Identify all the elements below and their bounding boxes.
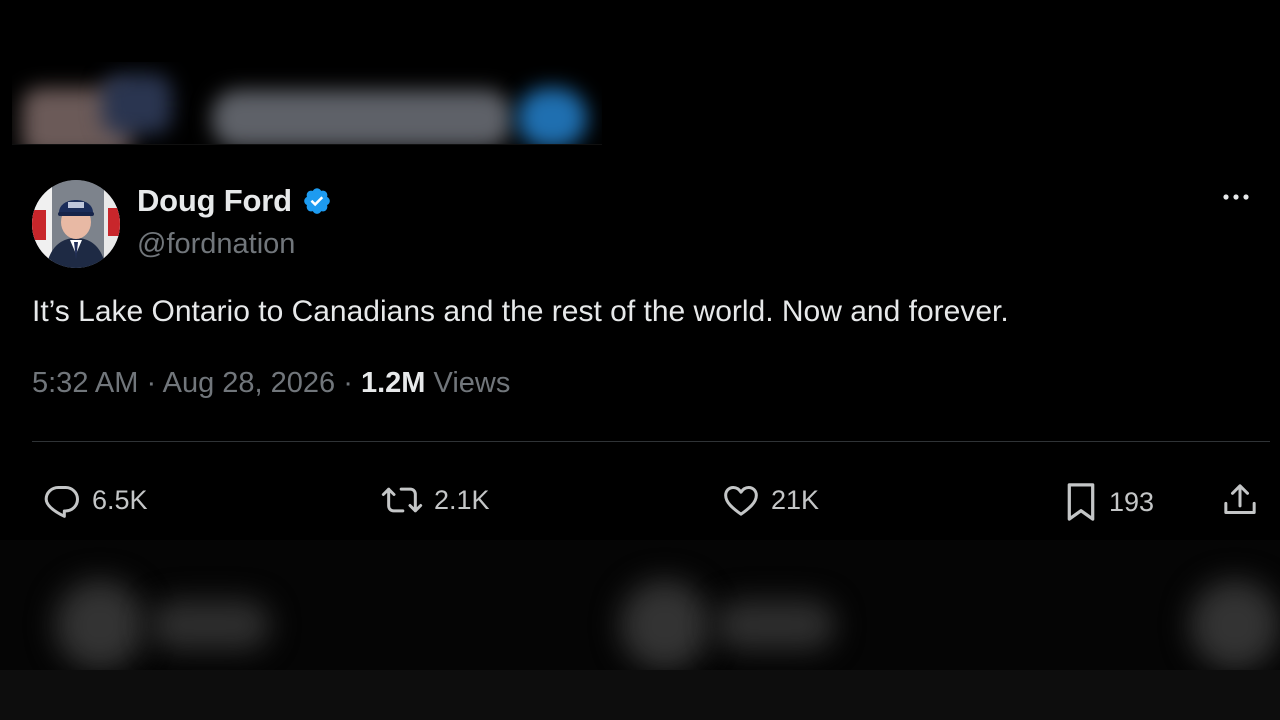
- reply-icon: [42, 480, 82, 520]
- author-handle[interactable]: @fordnation: [137, 228, 295, 261]
- tweet-meta: 5:32 AM · Aug 28, 2026 · 1.2M Views: [32, 367, 510, 400]
- reply-count: 6.5K: [92, 484, 148, 515]
- divider: [32, 441, 1270, 442]
- tweet-date[interactable]: Aug 28, 2026: [163, 367, 336, 399]
- heart-icon: [721, 480, 761, 520]
- more-options-icon[interactable]: [1216, 185, 1256, 209]
- author-name-row: Doug Ford: [137, 183, 332, 219]
- display-name[interactable]: Doug Ford: [137, 183, 292, 219]
- bookmark-button[interactable]: 193: [1063, 480, 1154, 524]
- views-label: Views: [433, 367, 511, 399]
- share-icon: [1220, 480, 1260, 520]
- repost-icon: [380, 480, 424, 520]
- avatar-image: [32, 180, 120, 268]
- share-button[interactable]: [1220, 480, 1260, 520]
- avatar[interactable]: [32, 180, 120, 268]
- tweet-text: It’s Lake Ontario to Canadians and the r…: [32, 295, 1009, 328]
- like-count: 21K: [771, 484, 820, 515]
- meta-separator: ·: [146, 367, 157, 399]
- meta-separator: ·: [343, 367, 353, 399]
- reply-button[interactable]: 6.5K: [42, 480, 148, 520]
- screen: Doug Ford @fordnation It’s Lake Ontario …: [0, 0, 1280, 720]
- like-button[interactable]: 21K: [721, 480, 819, 520]
- tweet-time[interactable]: 5:32 AM: [32, 367, 138, 399]
- views-count[interactable]: 1.2M: [361, 367, 425, 399]
- verified-badge-icon: [302, 186, 332, 216]
- bookmark-count: 193: [1109, 486, 1155, 517]
- action-bar: 6.5K 2.1K 21K 193: [0, 480, 1280, 521]
- repost-button[interactable]: 2.1K: [380, 480, 490, 520]
- blurred-next-post: [0, 540, 1280, 720]
- repost-count: 2.1K: [434, 484, 490, 515]
- tweet-card[interactable]: Doug Ford @fordnation It’s Lake Ontario …: [0, 145, 1280, 540]
- bookmark-icon: [1063, 480, 1099, 524]
- blurred-previous-post: [12, 62, 602, 146]
